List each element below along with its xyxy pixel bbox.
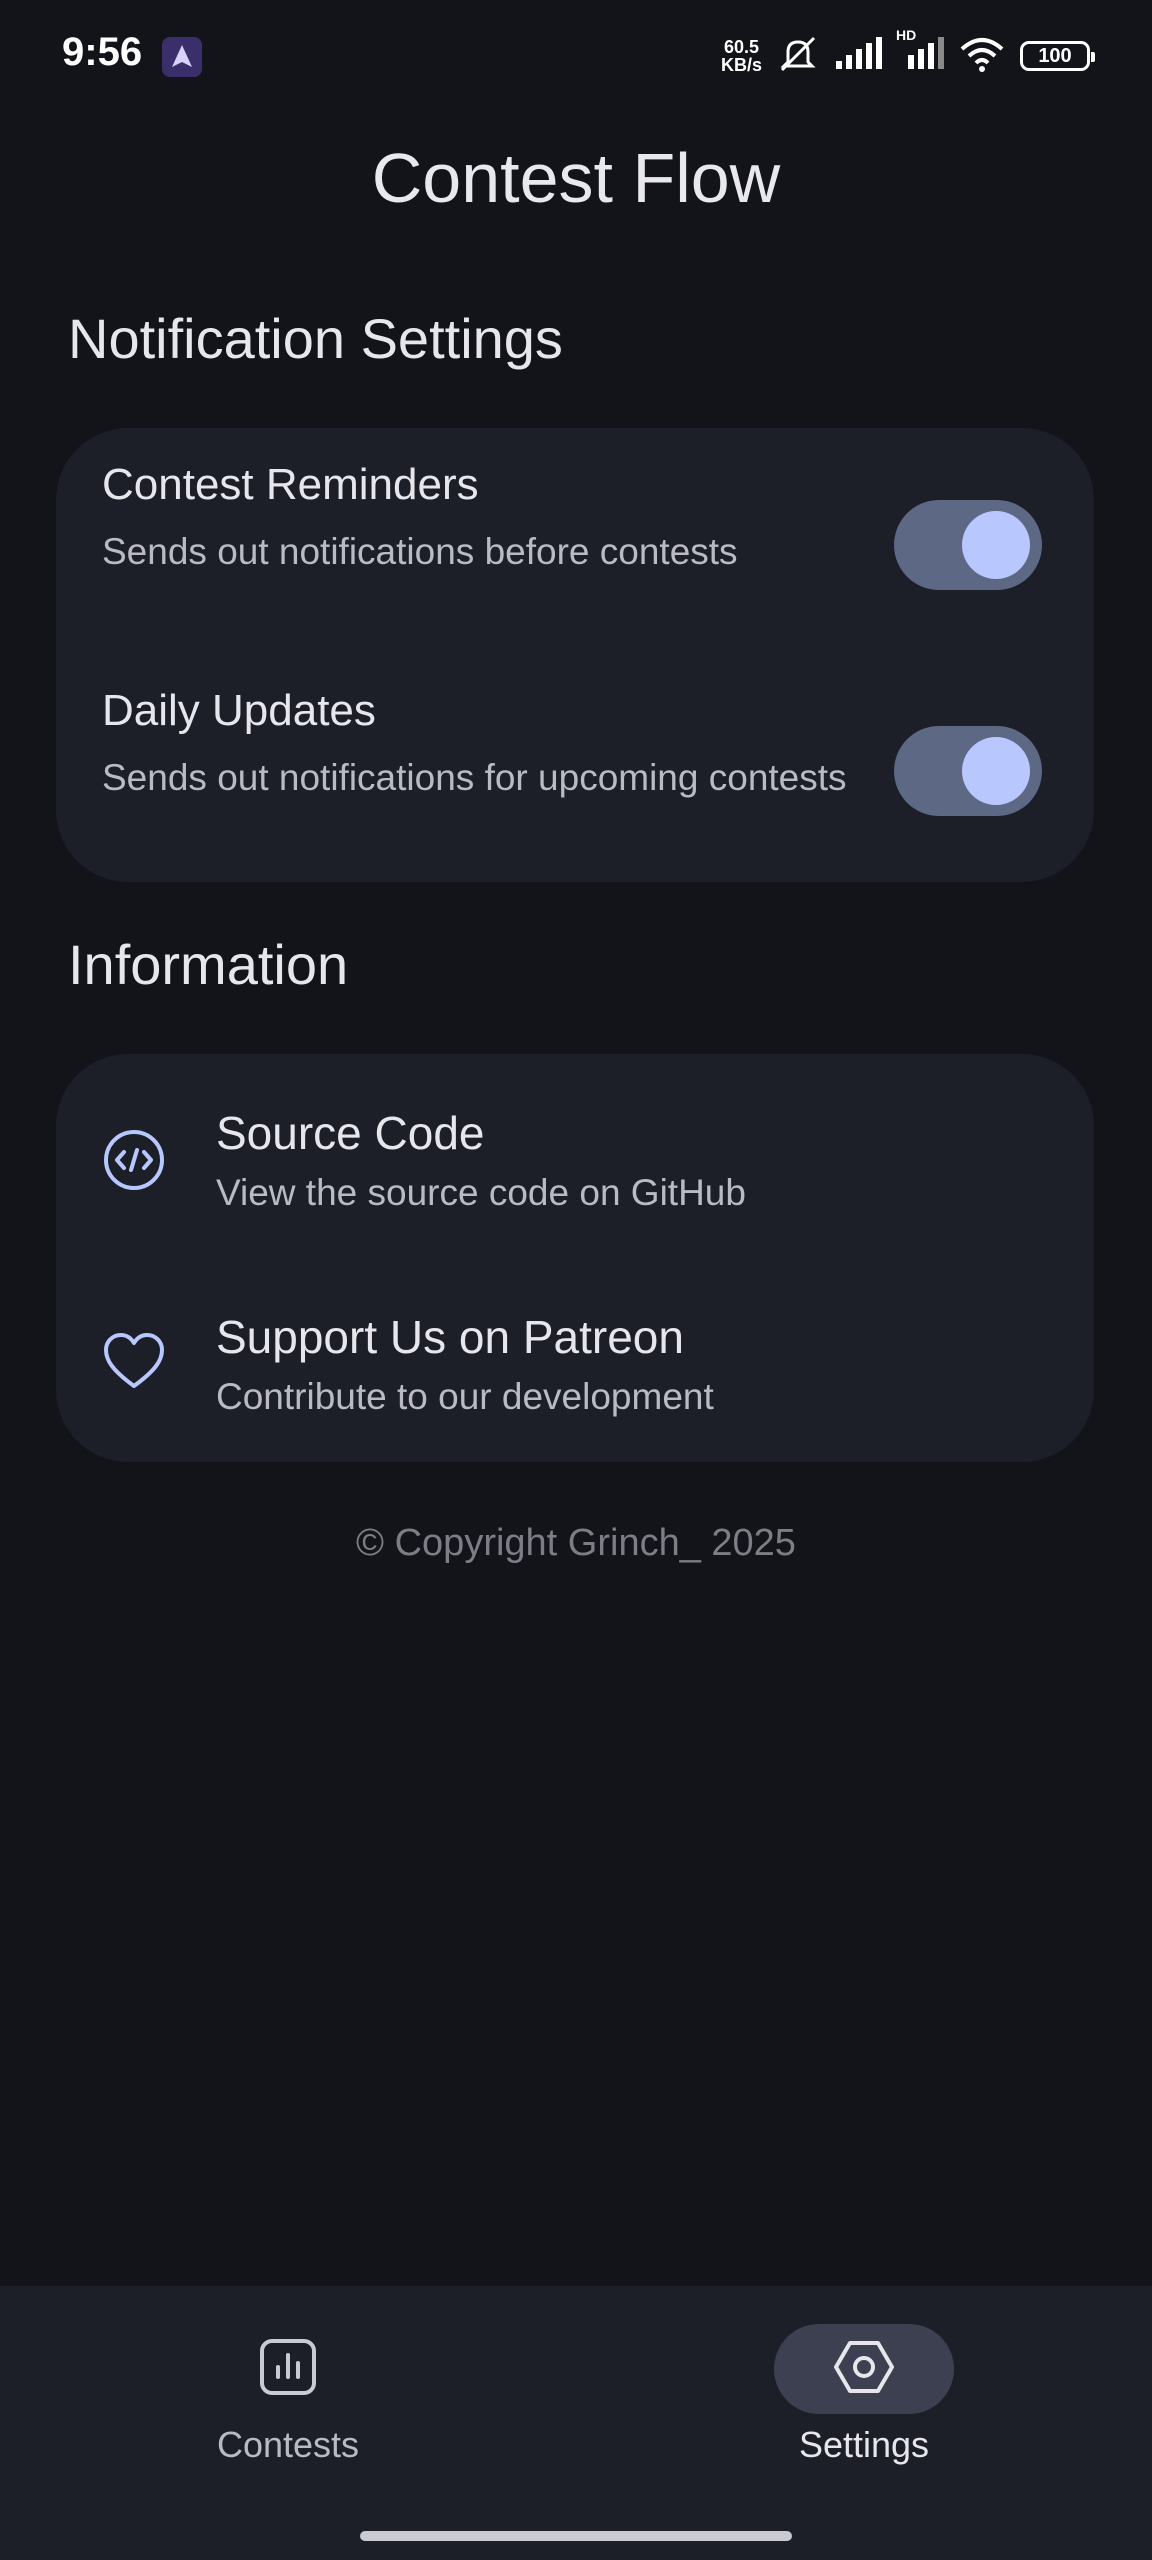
status-time: 9:56	[62, 30, 143, 74]
code-icon	[102, 1128, 166, 1192]
status-indicators: 60.5 KB/s HD 100	[720, 27, 1095, 79]
notification-settings-heading: Notification Settings	[68, 307, 563, 370]
info-title: Support Us on Patreon	[216, 1311, 684, 1363]
signal-hd-icon: HD	[896, 27, 944, 76]
heart-icon	[102, 1330, 166, 1394]
source-code-item[interactable]: Source Code View the source code on GitH…	[56, 1086, 1094, 1236]
copyright-text: © Copyright Grinch_ 2025	[356, 1522, 796, 1564]
nav-settings[interactable]: Settings	[714, 2324, 1014, 2466]
chart-icon	[258, 2337, 318, 2402]
nav-settings-icon-wrap	[774, 2324, 954, 2414]
status-bar: 9:56 60.5 KB/s HD 100	[0, 0, 1152, 112]
setting-contest-reminders[interactable]: Contest Reminders Sends out notification…	[102, 460, 1042, 646]
app-notification-icon	[162, 37, 202, 77]
nav-label: Contests	[216, 2424, 360, 2465]
setting-title: Daily Updates	[102, 686, 376, 735]
info-title: Source Code	[216, 1107, 485, 1159]
patreon-text: Support Us on Patreon Contribute to our …	[216, 1310, 714, 1418]
page-title: Contest Flow	[371, 139, 781, 217]
network-speed: 60.5 KB/s	[720, 37, 762, 75]
battery-indicator: 100	[1020, 41, 1095, 71]
info-description: Contribute to our development	[216, 1376, 714, 1417]
setting-description: Sends out notifications for upcoming con…	[102, 757, 847, 798]
patreon-item[interactable]: Support Us on Patreon Contribute to our …	[56, 1290, 1094, 1440]
home-indicator[interactable]	[360, 2531, 792, 2541]
contest-reminders-toggle[interactable]	[894, 500, 1042, 590]
bottom-navigation: Contests Settings	[0, 2286, 1152, 2560]
nav-contests[interactable]: Contests	[138, 2324, 438, 2466]
setting-description: Sends out notifications before contests	[102, 531, 738, 572]
info-description: View the source code on GitHub	[216, 1172, 746, 1213]
nav-label: Settings	[798, 2424, 930, 2465]
nav-contests-icon-wrap	[198, 2324, 378, 2414]
setting-daily-updates[interactable]: Daily Updates Sends out notifications fo…	[102, 686, 1042, 872]
information-heading: Information	[68, 933, 349, 996]
signal-icon	[834, 36, 882, 76]
daily-updates-toggle[interactable]	[894, 726, 1042, 816]
source-code-text: Source Code View the source code on GitH…	[216, 1106, 746, 1214]
notification-settings-card: Contest Reminders Sends out notification…	[56, 428, 1094, 882]
setting-title: Contest Reminders	[102, 460, 479, 509]
toggle-knob	[962, 511, 1030, 579]
toggle-knob	[962, 737, 1030, 805]
muted-bell-icon	[776, 34, 820, 79]
wifi-icon	[958, 35, 1006, 78]
settings-hexagon-icon	[832, 2337, 896, 2402]
information-card: Source Code View the source code on GitH…	[56, 1054, 1094, 1462]
